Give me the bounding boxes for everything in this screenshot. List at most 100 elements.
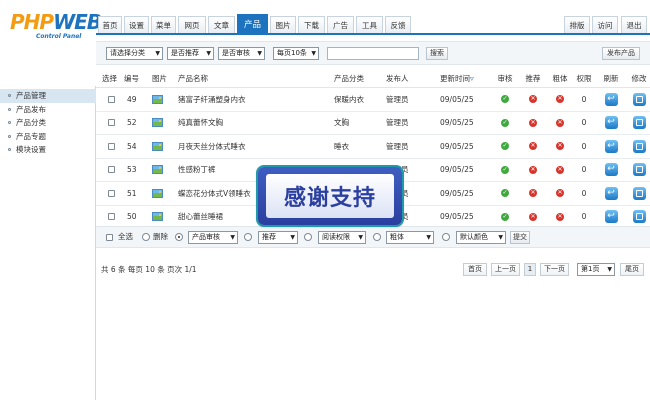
tab-4[interactable]: 文章 xyxy=(208,16,235,33)
image-icon[interactable] xyxy=(152,141,163,151)
edit-icon[interactable] xyxy=(632,163,646,177)
row-checkbox[interactable] xyxy=(108,213,115,221)
recommend-select[interactable]: 是否推荐 ▼ xyxy=(167,47,214,60)
cross-icon[interactable]: ✕ xyxy=(529,95,537,104)
product-author: 管理员 xyxy=(386,94,409,104)
right-tab-2[interactable]: 退出 xyxy=(621,16,647,33)
check-icon[interactable]: ✓ xyxy=(501,189,509,198)
image-icon[interactable] xyxy=(152,94,163,104)
category-select[interactable]: 请选择分类 ▼ xyxy=(106,47,163,60)
tab-9[interactable]: 工具 xyxy=(356,16,383,33)
tab-0[interactable]: 首页 xyxy=(98,16,122,33)
table-row: 54 月夜天丝分体式睡衣 睡衣 管理员 09/05/25 ✓ ✕ ✕ 0 ↩ xyxy=(96,135,650,159)
tab-8[interactable]: 广告 xyxy=(327,16,354,33)
publish-product-button[interactable]: 发布产品 xyxy=(602,47,640,60)
cell-11: ↩ xyxy=(598,88,624,111)
batch-color-select[interactable]: 默认颜色 ▼ xyxy=(456,231,506,244)
batch-permission-select[interactable]: 阅读权限 ▼ xyxy=(318,231,366,244)
batch-recommend-select[interactable]: 推荐 ▼ xyxy=(258,231,298,244)
batch-bold-select[interactable]: 粗体 ▼ xyxy=(386,231,434,244)
tab-6[interactable]: 图片 xyxy=(270,16,296,33)
product-name[interactable]: 性感粉丁裤 xyxy=(178,164,216,175)
row-checkbox[interactable] xyxy=(108,142,115,150)
cross-icon[interactable]: ✕ xyxy=(556,189,564,198)
sidebar-item-4[interactable]: 模块设置 xyxy=(0,143,96,157)
tab-3[interactable]: 网页 xyxy=(178,16,206,33)
cross-icon[interactable]: ✕ xyxy=(556,212,564,221)
row-checkbox[interactable] xyxy=(108,95,115,103)
refresh-icon[interactable]: ↩ xyxy=(604,210,618,224)
product-name[interactable]: 蝶恋花分体式V领睡衣 xyxy=(178,188,251,199)
row-checkbox[interactable] xyxy=(108,166,115,174)
first-page-button[interactable]: 首页 xyxy=(463,263,487,276)
tab-7[interactable]: 下载 xyxy=(298,16,325,33)
audit-select[interactable]: 是否审核 ▼ xyxy=(218,47,265,60)
tab-10[interactable]: 反馈 xyxy=(385,16,411,33)
check-icon[interactable]: ✓ xyxy=(501,165,509,174)
sort-down-icon[interactable]: ▿ xyxy=(470,74,474,83)
audit-radio[interactable] xyxy=(175,233,183,241)
image-icon[interactable] xyxy=(152,165,163,175)
check-icon[interactable]: ✓ xyxy=(501,142,509,151)
refresh-icon[interactable]: ↩ xyxy=(604,139,618,153)
permission-value: 0 xyxy=(581,212,587,222)
product-name[interactable]: 猪富子纤涌塑身内衣 xyxy=(178,94,246,105)
search-input[interactable] xyxy=(327,47,419,60)
next-page-button[interactable]: 下一页 xyxy=(540,263,569,276)
per-page-select[interactable]: 每页10条 ▼ xyxy=(273,47,319,60)
cross-icon[interactable]: ✕ xyxy=(529,189,537,198)
col-header-12: 修改 xyxy=(631,74,647,83)
sidebar-item-3[interactable]: 产品专题 xyxy=(0,130,96,144)
cross-icon[interactable]: ✕ xyxy=(529,142,537,151)
right-tab-0[interactable]: 排版 xyxy=(564,16,590,33)
search-button[interactable]: 搜索 xyxy=(426,47,448,60)
edit-icon[interactable] xyxy=(632,186,646,200)
tab-1[interactable]: 设置 xyxy=(124,16,149,33)
product-name[interactable]: 纯真蕾怀文胸 xyxy=(178,117,223,128)
tab-5[interactable]: 产品 xyxy=(237,14,268,33)
edit-icon[interactable] xyxy=(632,116,646,130)
row-checkbox[interactable] xyxy=(108,119,115,127)
product-name[interactable]: 月夜天丝分体式睡衣 xyxy=(178,141,246,152)
submit-button[interactable]: 提交 xyxy=(510,231,530,244)
bold-radio[interactable] xyxy=(373,233,381,241)
image-icon[interactable] xyxy=(152,188,163,198)
image-icon[interactable] xyxy=(152,118,163,128)
check-icon[interactable]: ✓ xyxy=(501,95,509,104)
batch-audit-select[interactable]: 产品审核 ▼ xyxy=(188,231,238,244)
row-checkbox[interactable] xyxy=(108,189,115,197)
cross-icon[interactable]: ✕ xyxy=(556,142,564,151)
cross-icon[interactable]: ✕ xyxy=(556,165,564,174)
permission-radio[interactable] xyxy=(304,233,312,241)
sidebar-item-2[interactable]: 产品分类 xyxy=(0,116,96,130)
cross-icon[interactable]: ✕ xyxy=(556,95,564,104)
check-icon[interactable]: ✓ xyxy=(501,212,509,221)
cross-icon[interactable]: ✕ xyxy=(529,212,537,221)
sidebar-item-1[interactable]: 产品发布 xyxy=(0,103,96,117)
cross-icon[interactable]: ✕ xyxy=(556,118,564,127)
product-name[interactable]: 甜心蕾丝睡裙 xyxy=(178,211,223,222)
sidebar-item-0[interactable]: 产品管理 xyxy=(0,89,96,103)
edit-icon[interactable] xyxy=(632,92,646,106)
refresh-icon[interactable]: ↩ xyxy=(604,116,618,130)
last-page-button[interactable]: 尾页 xyxy=(620,263,644,276)
cross-icon[interactable]: ✕ xyxy=(529,165,537,174)
edit-icon[interactable] xyxy=(632,210,646,224)
color-radio[interactable] xyxy=(442,233,450,241)
refresh-icon[interactable]: ↩ xyxy=(604,186,618,200)
prev-page-button[interactable]: 上一页 xyxy=(491,263,520,276)
check-icon[interactable]: ✓ xyxy=(501,118,509,127)
select-all-checkbox[interactable] xyxy=(106,234,113,241)
cross-icon[interactable]: ✕ xyxy=(529,118,537,127)
refresh-icon[interactable]: ↩ xyxy=(604,92,618,106)
tab-2[interactable]: 菜单 xyxy=(151,16,176,33)
refresh-icon[interactable]: ↩ xyxy=(604,163,618,177)
right-tab-1[interactable]: 访问 xyxy=(592,16,618,33)
recommend-radio[interactable] xyxy=(244,233,252,241)
image-icon[interactable] xyxy=(152,212,163,222)
page-jump-select[interactable]: 第1页 ▼ xyxy=(577,263,615,276)
delete-radio[interactable] xyxy=(142,233,150,241)
cell-2 xyxy=(152,206,176,229)
edit-icon[interactable] xyxy=(632,139,646,153)
current-page[interactable]: 1 xyxy=(524,263,536,276)
